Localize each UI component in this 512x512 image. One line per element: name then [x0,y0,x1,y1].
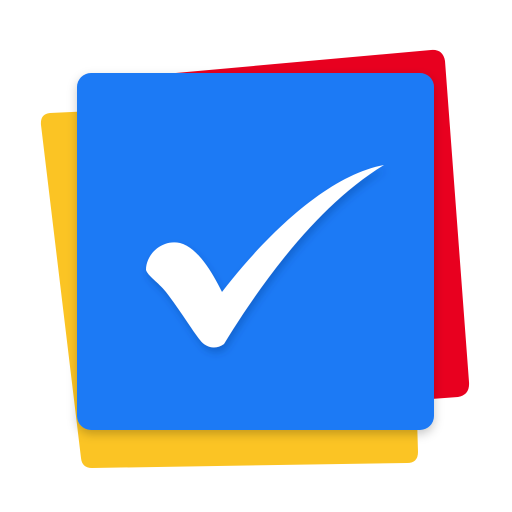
app-icon-canvas [0,0,512,512]
blue-card [77,73,434,430]
app-logo [40,49,470,468]
